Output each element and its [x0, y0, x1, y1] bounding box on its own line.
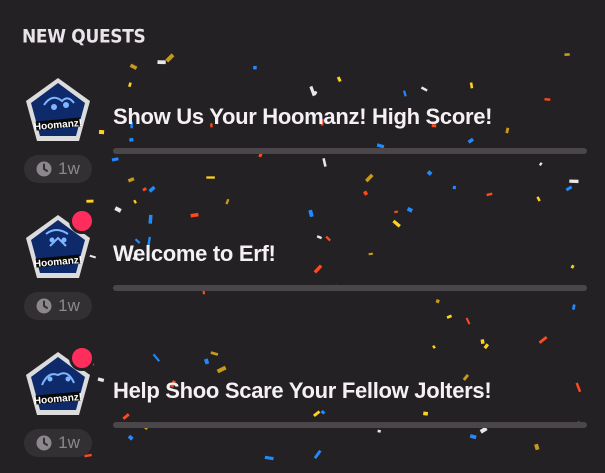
quest-age-label: 1w	[58, 433, 80, 452]
confetti-piece	[252, 65, 257, 70]
unread-dot-icon	[69, 345, 95, 371]
clock-icon	[36, 161, 52, 177]
quest-age: 1w	[24, 292, 92, 320]
quest-title[interactable]: Welcome to Erf!	[113, 241, 276, 267]
quest-age: 1w	[24, 155, 92, 183]
quest-age-label: 1w	[58, 296, 80, 315]
quest-progress-bar	[113, 148, 587, 154]
section-title: NEW QUESTS	[22, 26, 146, 48]
quest-age-label: 1w	[58, 159, 80, 178]
confetti-piece	[157, 60, 166, 65]
confetti-piece	[538, 336, 548, 344]
quest-badge-icon: Hoomanz!	[26, 78, 90, 141]
clock-icon	[36, 298, 52, 314]
confetti-piece	[225, 198, 230, 205]
quest-card[interactable]: Hoomanz! 1w Show Us Your Hoomanz! High S…	[22, 75, 592, 195]
quest-title[interactable]: Show Us Your Hoomanz! High Score!	[113, 104, 493, 130]
quest-title[interactable]: Help Shoo Scare Your Fellow Jolters!	[113, 378, 492, 404]
quest-progress-bar	[113, 285, 587, 291]
confetti-piece	[133, 199, 137, 204]
confetti-piece	[86, 199, 94, 203]
quest-age: 1w	[24, 429, 92, 457]
quest-progress-bar	[113, 422, 587, 428]
confetti-piece	[129, 63, 138, 70]
confetti-piece	[536, 196, 541, 202]
confetti-piece	[165, 53, 175, 63]
confetti-piece	[564, 53, 570, 57]
clock-icon	[36, 435, 52, 451]
confetti-piece	[480, 339, 485, 345]
unread-dot-icon	[69, 208, 95, 234]
quest-card[interactable]: Hoomanz! 1w Welcome to Erf!	[22, 208, 592, 332]
quest-card[interactable]: Hoomanz! 1w Help Shoo Scare Your Fellow …	[22, 345, 592, 469]
